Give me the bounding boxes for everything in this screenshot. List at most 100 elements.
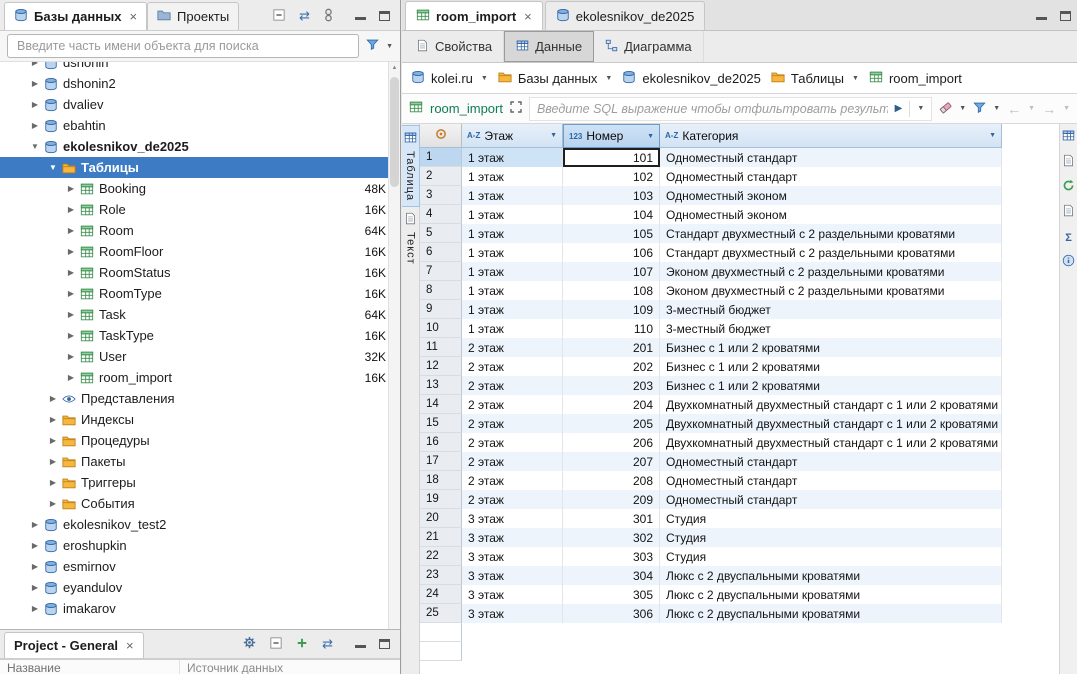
expand-arrow-icon[interactable]: ▶ bbox=[64, 373, 78, 382]
grid-panel-icon[interactable] bbox=[1062, 129, 1075, 145]
cell-category[interactable]: Бизнес с 1 или 2 кроватями bbox=[660, 376, 1002, 395]
breadcrumb-item-Базы данных[interactable]: Базы данных▼ bbox=[498, 70, 613, 87]
editor-tab-ekolesnikov-de2025[interactable]: ekolesnikov_de2025 bbox=[545, 1, 706, 30]
expand-arrow-icon[interactable]: ▶ bbox=[28, 583, 42, 592]
tree-item-room_import[interactable]: ▶room_import16K bbox=[0, 367, 400, 388]
cell-number[interactable]: 204 bbox=[563, 395, 660, 414]
cell-number[interactable]: 104 bbox=[563, 205, 660, 224]
nav-forward-dropdown-icon[interactable]: ▼ bbox=[1063, 105, 1070, 112]
cell-category[interactable]: Люкс с 2 двуспальными кроватями bbox=[660, 585, 1002, 604]
expand-arrow-icon[interactable]: ▶ bbox=[28, 562, 42, 571]
tree-item-Booking[interactable]: ▶Booking48K bbox=[0, 178, 400, 199]
cell-floor[interactable]: 2 этаж bbox=[462, 338, 563, 357]
view-options-icon[interactable] bbox=[324, 8, 333, 25]
cell-floor[interactable]: 1 этаж bbox=[462, 167, 563, 186]
search-input[interactable] bbox=[7, 34, 359, 58]
cell-category[interactable]: Эконом двухместный с 2 раздельными крова… bbox=[660, 262, 1002, 281]
expand-arrow-icon[interactable]: ▶ bbox=[28, 520, 42, 529]
tree-item-dshonin[interactable]: ▶dshonin bbox=[0, 62, 400, 73]
row-number[interactable]: 10 bbox=[420, 319, 462, 338]
cell-number[interactable]: 203 bbox=[563, 376, 660, 395]
row-number[interactable]: 19 bbox=[420, 490, 462, 509]
cell-number[interactable]: 305 bbox=[563, 585, 660, 604]
expand-arrow-icon[interactable]: ▶ bbox=[28, 62, 42, 67]
apply-filter-icon[interactable]: ▶ bbox=[895, 103, 903, 114]
cell-floor[interactable]: 2 этаж bbox=[462, 376, 563, 395]
cell-floor[interactable]: 1 этаж bbox=[462, 224, 563, 243]
tab-project-general[interactable]: Project - General × bbox=[4, 632, 144, 658]
row-number[interactable]: 9 bbox=[420, 300, 462, 319]
minimize-icon[interactable] bbox=[355, 640, 366, 648]
row-number[interactable]: 12 bbox=[420, 357, 462, 376]
nav-back-dropdown-icon[interactable]: ▼ bbox=[1028, 105, 1035, 112]
tab-properties[interactable]: Свойства bbox=[405, 31, 504, 62]
row-number[interactable]: 17 bbox=[420, 452, 462, 471]
row-number[interactable]: 5 bbox=[420, 224, 462, 243]
filter-dropdown-icon[interactable]: ▼ bbox=[386, 43, 393, 50]
minimize-icon[interactable] bbox=[355, 12, 366, 20]
row-number[interactable]: 4 bbox=[420, 205, 462, 224]
row-number[interactable]: 8 bbox=[420, 281, 462, 300]
cell-category[interactable]: Двухкомнатный двухместный стандарт с 1 и… bbox=[660, 414, 1002, 433]
expand-arrow-icon[interactable]: ▶ bbox=[46, 436, 60, 445]
dropdown-arrow-icon[interactable]: ▼ bbox=[481, 75, 488, 82]
tree-item-ekolesnikov_de2025[interactable]: ▼ekolesnikov_de2025 bbox=[0, 136, 400, 157]
cell-floor[interactable]: 1 этаж bbox=[462, 281, 563, 300]
tree-item-imakarov[interactable]: ▶imakarov bbox=[0, 598, 400, 619]
tree-item-События[interactable]: ▶События bbox=[0, 493, 400, 514]
tree-item-Процедуры[interactable]: ▶Процедуры bbox=[0, 430, 400, 451]
row-number[interactable]: 18 bbox=[420, 471, 462, 490]
project-column-datasource[interactable]: Источник данных bbox=[180, 660, 290, 674]
expand-arrow-icon[interactable]: ▶ bbox=[46, 499, 60, 508]
cell-floor[interactable]: 2 этаж bbox=[462, 490, 563, 509]
cell-number[interactable]: 202 bbox=[563, 357, 660, 376]
tab-diagram[interactable]: Диаграмма bbox=[594, 31, 704, 62]
cell-floor[interactable]: 2 этаж bbox=[462, 357, 563, 376]
cell-floor[interactable]: 3 этаж bbox=[462, 585, 563, 604]
tree-item-dshonin2[interactable]: ▶dshonin2 bbox=[0, 73, 400, 94]
tree-item-Триггеры[interactable]: ▶Триггеры bbox=[0, 472, 400, 493]
cell-floor[interactable]: 1 этаж bbox=[462, 319, 563, 338]
expand-arrow-icon[interactable]: ▶ bbox=[28, 541, 42, 550]
row-number[interactable]: 21 bbox=[420, 528, 462, 547]
tree-item-eroshupkin[interactable]: ▶eroshupkin bbox=[0, 535, 400, 556]
expand-arrow-icon[interactable]: ▶ bbox=[46, 478, 60, 487]
tree-item-Таблицы[interactable]: ▼Таблицы bbox=[0, 157, 400, 178]
expand-panel-icon[interactable] bbox=[510, 101, 522, 116]
tree-item-TaskType[interactable]: ▶TaskType16K bbox=[0, 325, 400, 346]
expand-arrow-icon[interactable]: ▶ bbox=[64, 247, 78, 256]
tab-projects[interactable]: Проекты bbox=[147, 2, 239, 30]
cell-number[interactable]: 201 bbox=[563, 338, 660, 357]
aggregate-panel-icon[interactable]: Σ bbox=[1065, 229, 1072, 245]
cell-floor[interactable]: 1 этаж bbox=[462, 186, 563, 205]
expand-arrow-icon[interactable]: ▶ bbox=[64, 226, 78, 235]
tree-item-Role[interactable]: ▶Role16K bbox=[0, 199, 400, 220]
cell-category[interactable]: Бизнес с 1 или 2 кроватями bbox=[660, 357, 1002, 376]
breadcrumb-item-room_import[interactable]: room_import bbox=[869, 70, 962, 87]
row-number[interactable]: 6 bbox=[420, 243, 462, 262]
collapse-arrow-icon[interactable]: ▼ bbox=[28, 142, 42, 151]
cell-floor[interactable]: 2 этаж bbox=[462, 433, 563, 452]
cell-category[interactable]: Люкс с 2 двуспальными кроватями bbox=[660, 566, 1002, 585]
tree-item-ekolesnikov_test2[interactable]: ▶ekolesnikov_test2 bbox=[0, 514, 400, 535]
maximize-icon[interactable] bbox=[379, 11, 390, 21]
refresh-panel-icon[interactable] bbox=[1062, 179, 1075, 195]
cell-category[interactable]: Одноместный эконом bbox=[660, 205, 1002, 224]
tree-item-Room[interactable]: ▶Room64K bbox=[0, 220, 400, 241]
cell-category[interactable]: 3-местный бюджет bbox=[660, 300, 1002, 319]
tab-data[interactable]: Данные bbox=[504, 31, 594, 62]
cell-number[interactable]: 106 bbox=[563, 243, 660, 262]
cell-number[interactable]: 103 bbox=[563, 186, 660, 205]
expand-arrow-icon[interactable]: ▶ bbox=[64, 184, 78, 193]
cell-category[interactable]: Эконом двухместный с 2 раздельными крова… bbox=[660, 281, 1002, 300]
tree-item-RoomFloor[interactable]: ▶RoomFloor16K bbox=[0, 241, 400, 262]
expand-arrow-icon[interactable]: ▶ bbox=[64, 331, 78, 340]
collapse-all-icon[interactable] bbox=[270, 637, 282, 652]
cell-category[interactable]: Стандарт двухместный с 2 раздельными кро… bbox=[660, 243, 1002, 262]
cell-number[interactable]: 209 bbox=[563, 490, 660, 509]
record-panel-icon[interactable] bbox=[1062, 154, 1075, 170]
tree-item-User[interactable]: ▶User32K bbox=[0, 346, 400, 367]
cell-number[interactable]: 102 bbox=[563, 167, 660, 186]
cell-floor[interactable]: 3 этаж bbox=[462, 566, 563, 585]
cell-category[interactable]: Одноместный стандарт bbox=[660, 167, 1002, 186]
